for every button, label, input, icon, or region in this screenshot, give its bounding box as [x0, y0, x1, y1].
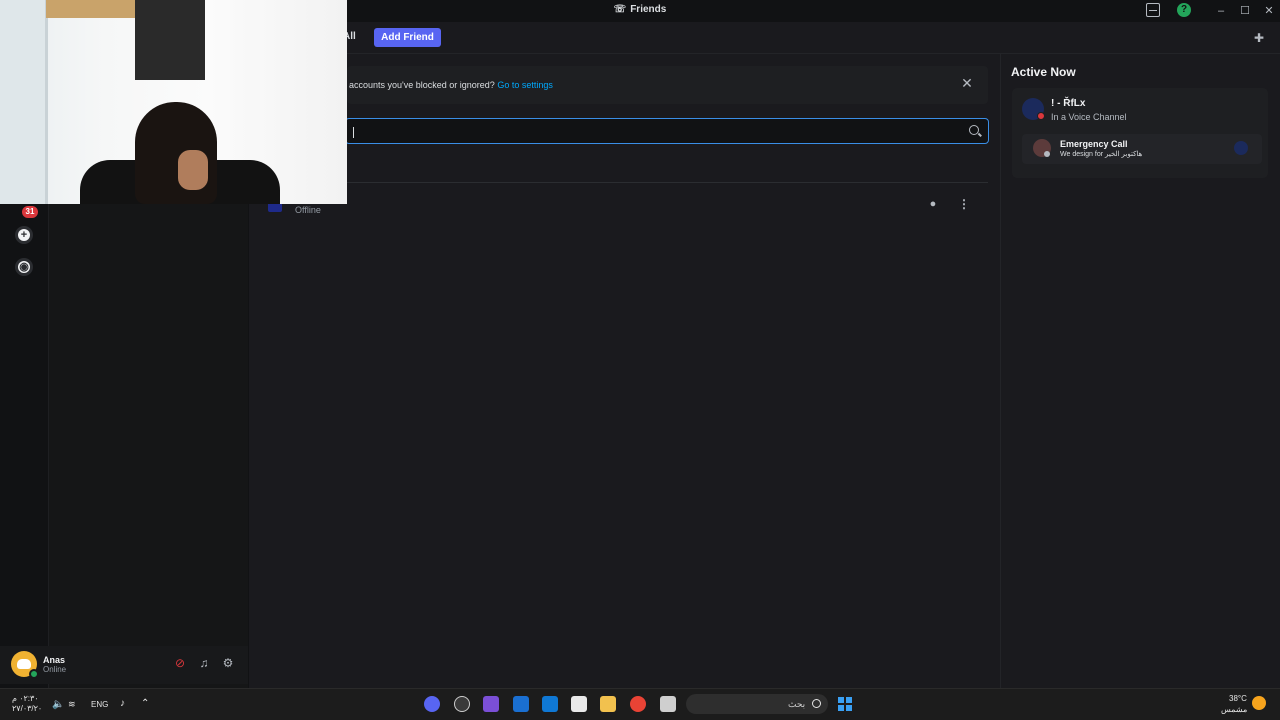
- cam-shelf: [46, 0, 136, 18]
- discord-taskbar-icon[interactable]: [424, 696, 440, 712]
- discord-window: ☏ Friends ? – ☐ ✕ 31 + ◉ Anas Online ⊘ ♫ …: [0, 0, 1280, 720]
- voice-server-name: We design for هاكتوبر الخير: [1060, 151, 1143, 158]
- sun-icon[interactable]: [1252, 696, 1266, 710]
- add-friend-button[interactable]: Add Friend: [374, 28, 441, 47]
- inbox-icon[interactable]: [1146, 3, 1160, 17]
- taskbar-search-icon: [812, 699, 821, 708]
- chrome-taskbar-icon[interactable]: [630, 696, 646, 712]
- obs-taskbar-icon[interactable]: [454, 696, 470, 712]
- taskbar-time[interactable]: ٠٢:٣٠ م: [12, 694, 39, 703]
- voice-member-avatar: [1234, 141, 1248, 155]
- close-icon[interactable]: ✕: [960, 76, 974, 90]
- friend-status: Offline: [295, 205, 321, 215]
- maximize-button[interactable]: ☐: [1234, 2, 1256, 20]
- settings-gear-icon[interactable]: ⚙: [221, 656, 235, 670]
- webcam-overlay: [0, 0, 347, 204]
- outlook-taskbar-icon[interactable]: [542, 696, 558, 712]
- username: Anas: [43, 655, 66, 665]
- store-taskbar-icon[interactable]: [571, 696, 587, 712]
- search-input[interactable]: [354, 123, 954, 139]
- window-title-text: Friends: [630, 4, 667, 15]
- discord-logo-icon: [17, 659, 31, 669]
- more-options-icon[interactable]: ⋮: [956, 196, 972, 212]
- plus-icon: +: [18, 229, 30, 241]
- mute-mic-button[interactable]: ⊘: [173, 656, 187, 670]
- friend-row[interactable]: [260, 190, 988, 218]
- compass-icon: ◉: [18, 261, 30, 273]
- headphones-button[interactable]: ♫: [197, 656, 211, 670]
- minimize-button[interactable]: –: [1210, 2, 1232, 20]
- notice-message: accounts you've blocked or ignored?: [349, 80, 495, 90]
- file-explorer-taskbar-icon[interactable]: [600, 696, 616, 712]
- taskbar-date[interactable]: ٢٧/٠٣/٢٠: [12, 704, 42, 713]
- message-bubble-icon[interactable]: ●: [925, 196, 941, 212]
- weather-temp[interactable]: 38°C: [1229, 694, 1247, 703]
- search-icon: [969, 125, 979, 135]
- user-status: Online: [43, 665, 67, 674]
- taskbar-search-label: بحث: [788, 699, 806, 709]
- user-avatar[interactable]: [11, 651, 39, 679]
- cam-person-hand: [178, 150, 208, 190]
- blocked-notice-text: accounts you've blocked or ignored? Go t…: [349, 80, 553, 90]
- dnd-status-icon: [1037, 112, 1045, 120]
- search-field[interactable]: [345, 118, 989, 144]
- microphone-icon[interactable]: ♪: [120, 698, 125, 709]
- task-view-taskbar-icon[interactable]: [660, 696, 676, 712]
- add-server-button[interactable]: +: [15, 226, 33, 244]
- bing-taskbar-icon[interactable]: [513, 696, 529, 712]
- list-divider: [347, 182, 988, 183]
- wifi-icon[interactable]: ≋: [68, 699, 76, 710]
- cam-window: [0, 0, 48, 204]
- close-window-button[interactable]: ✕: [1258, 2, 1280, 20]
- video-editor-taskbar-icon[interactable]: [483, 696, 499, 712]
- windows-start-icon[interactable]: [838, 697, 852, 711]
- chevron-up-icon[interactable]: ⌃: [141, 698, 149, 709]
- taskbar-search[interactable]: [686, 694, 828, 714]
- mention-badge: 31: [22, 206, 38, 218]
- new-group-dm-icon[interactable]: ✚: [1252, 31, 1266, 45]
- weather-desc[interactable]: مشمس: [1221, 705, 1247, 714]
- friends-icon: ☏: [613, 4, 627, 15]
- active-user-activity: In a Voice Channel: [1051, 112, 1127, 122]
- go-to-settings-link[interactable]: Go to settings: [497, 80, 553, 90]
- active-user-name: ! - ŘfLx: [1051, 98, 1086, 109]
- voice-channel-row[interactable]: [1022, 134, 1262, 164]
- discover-button[interactable]: ◉: [15, 258, 33, 276]
- speaker-icon: [1044, 151, 1050, 157]
- text-cursor: [353, 127, 354, 138]
- help-icon[interactable]: ?: [1177, 3, 1191, 17]
- language-indicator[interactable]: ENG: [91, 700, 108, 709]
- voice-channel-name: Emergency Call: [1060, 139, 1128, 149]
- active-now-title: Active Now: [1011, 65, 1076, 79]
- volume-icon[interactable]: 🔈: [52, 699, 64, 710]
- cam-poster: [135, 0, 205, 80]
- online-status-icon: [29, 669, 39, 679]
